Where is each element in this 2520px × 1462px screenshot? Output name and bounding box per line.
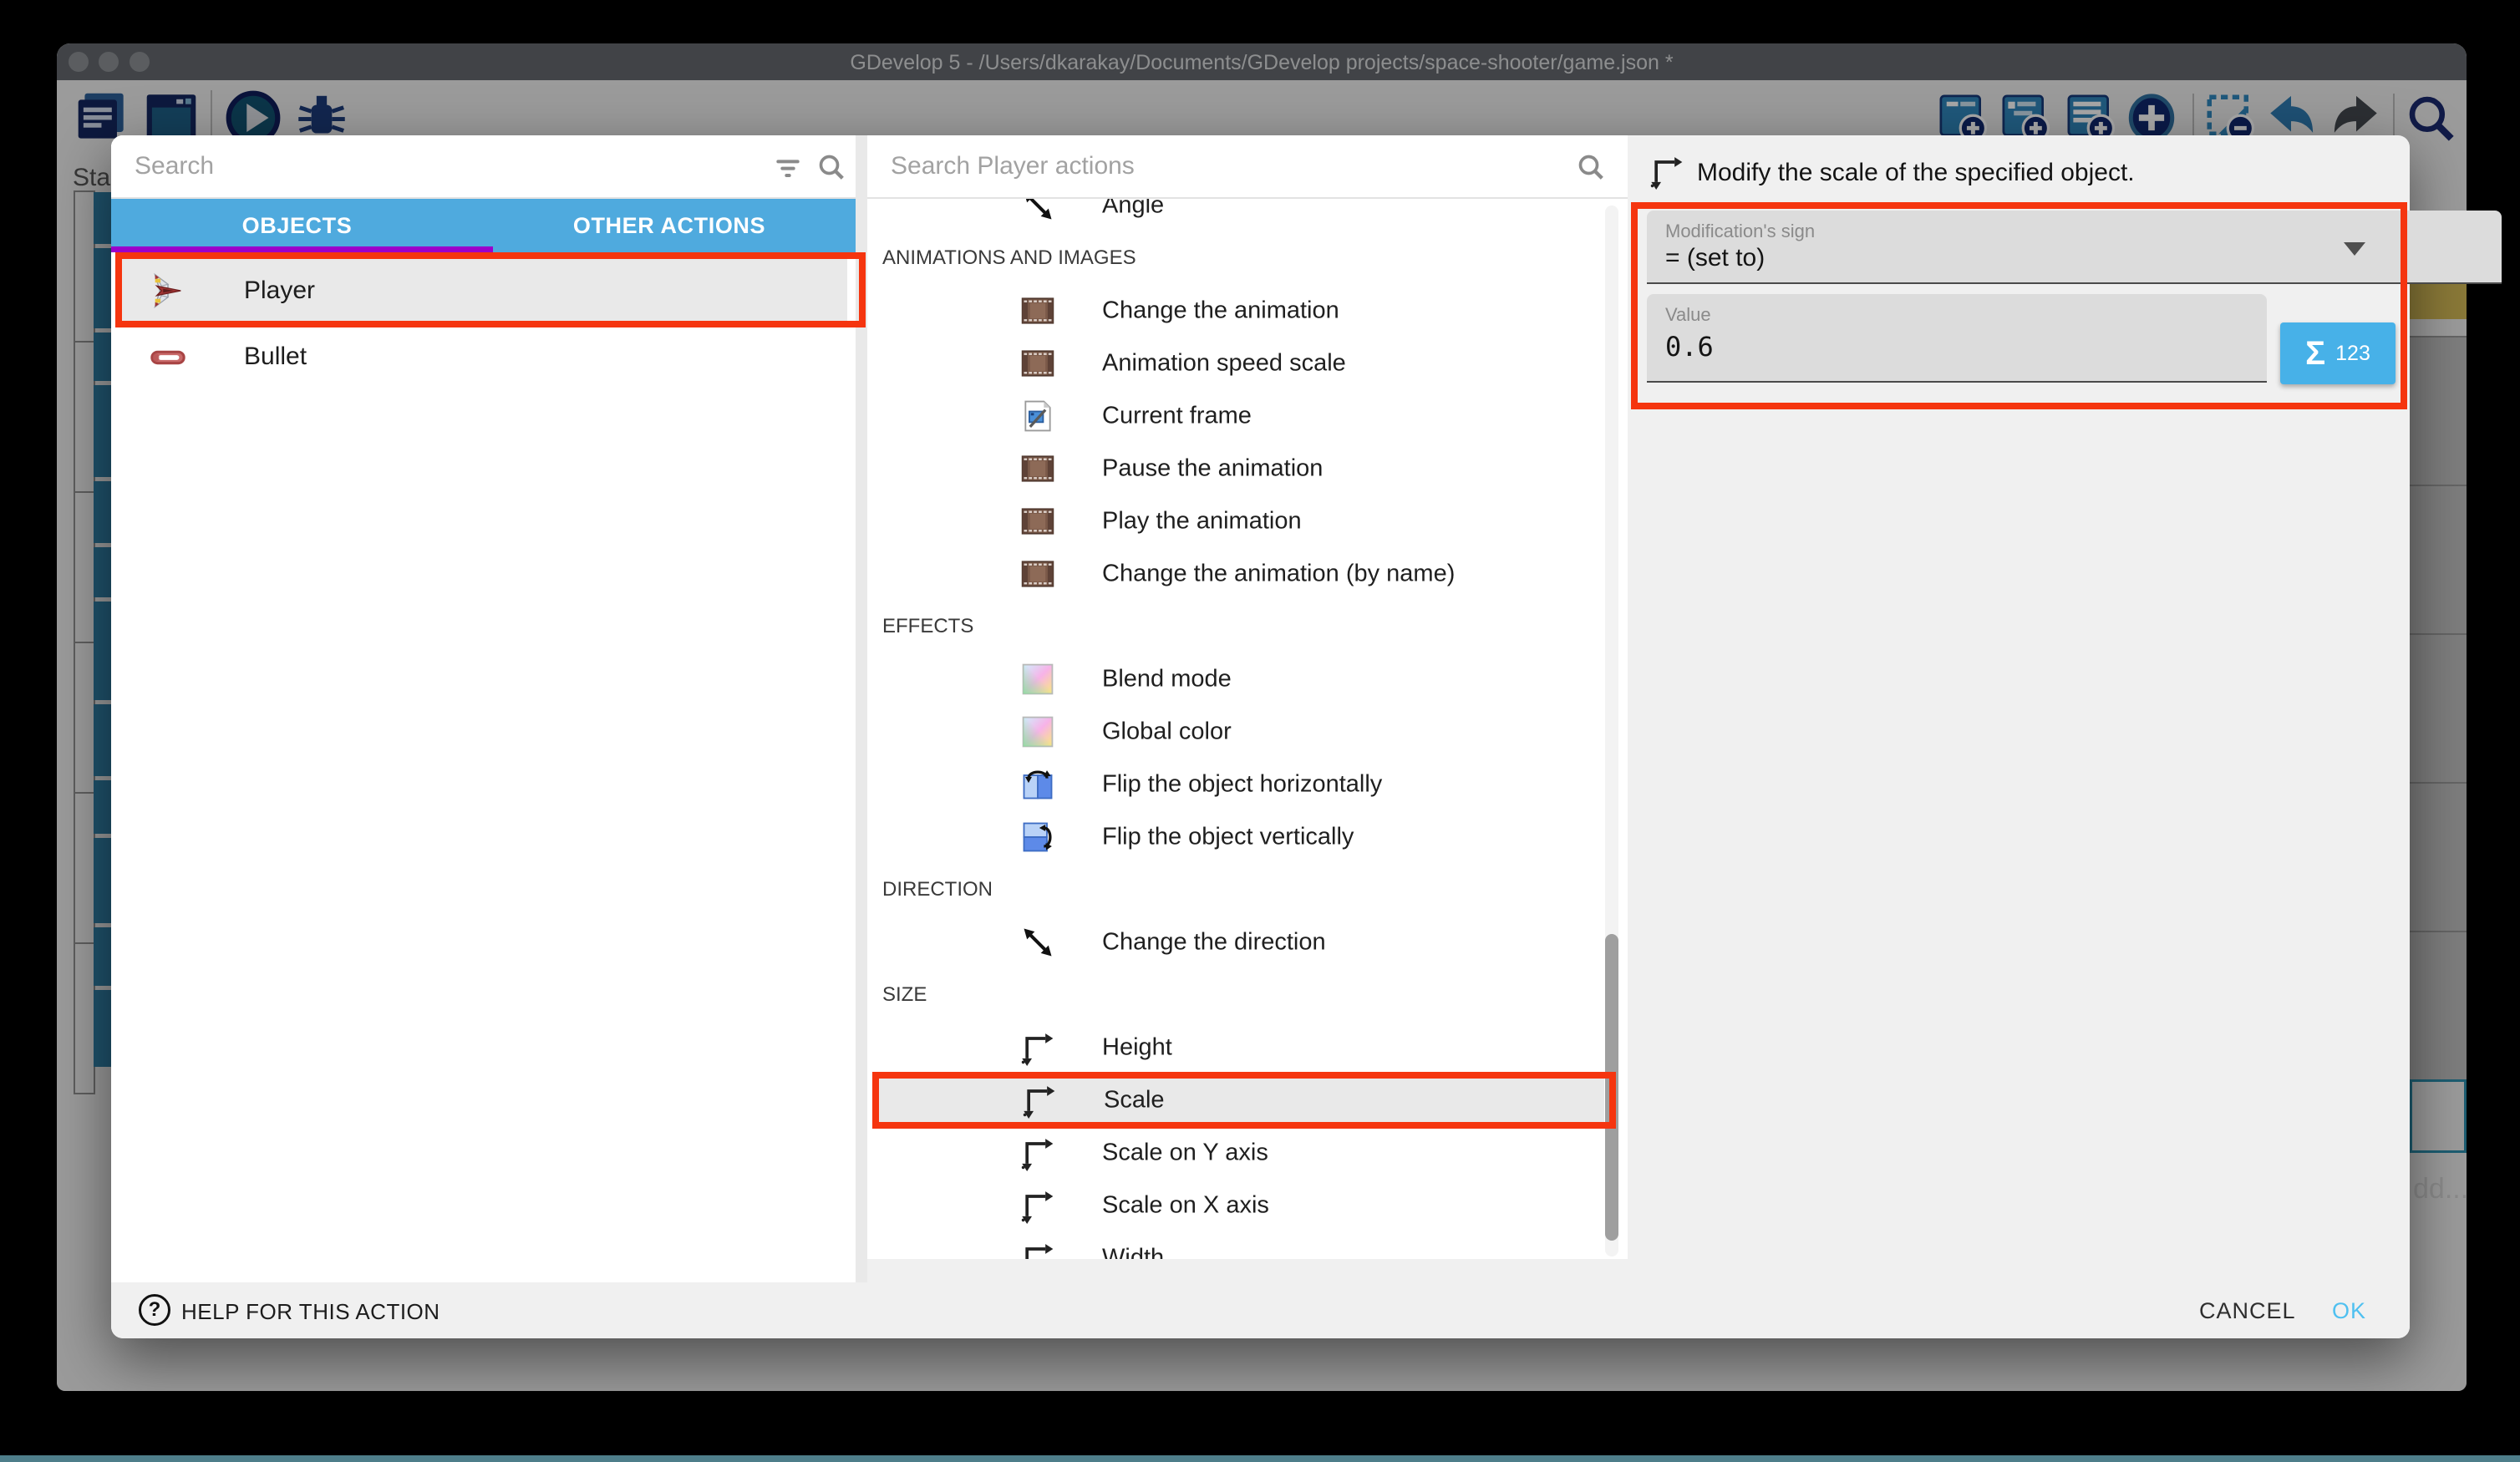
- field-value: = (set to): [1665, 244, 1765, 272]
- action-row-angle[interactable]: Angle: [872, 199, 1608, 230]
- dialog-footer: ? HELP FOR THIS ACTION CANCEL OK: [111, 1282, 2410, 1338]
- action-row-scale[interactable]: Scale: [874, 1076, 1604, 1124]
- rainbow-icon: [1019, 713, 1056, 750]
- tab-other-actions[interactable]: OTHER ACTIONS: [483, 199, 856, 252]
- actions-search-input[interactable]: [889, 147, 1527, 185]
- help-icon[interactable]: ?: [139, 1294, 170, 1326]
- scale-icon: [1649, 153, 1685, 190]
- actions-search-row: [867, 135, 1628, 199]
- scale-icon: [1019, 1029, 1056, 1066]
- action-row-change-the-direction[interactable]: Change the direction: [872, 918, 1608, 967]
- action-row-blend-mode[interactable]: Blend mode: [872, 655, 1608, 703]
- objects-panel: OBJECTS OTHER ACTIONS Player Bullet: [111, 135, 856, 1282]
- scale-icon: [1021, 1082, 1058, 1119]
- filter-icon[interactable]: [771, 150, 805, 184]
- active-tab-underline: [111, 246, 493, 252]
- filmstrip-icon: [1019, 345, 1056, 382]
- filmstrip-icon: [1019, 556, 1056, 592]
- section-header: EFFECTS: [882, 615, 973, 638]
- action-row-width[interactable]: Width: [872, 1234, 1608, 1259]
- angle-icon: [1019, 199, 1056, 224]
- action-label: Flip the object horizontally: [1102, 771, 1382, 799]
- action-label: Animation speed scale: [1102, 350, 1346, 378]
- scale-icon: [1019, 1240, 1056, 1259]
- actions-list: Angle ANIMATIONS AND IMAGES Change the ani…: [867, 199, 1628, 1259]
- flip-vertical-icon: [1019, 819, 1056, 855]
- field-value: 0.6: [1665, 331, 1714, 363]
- actions-panel: Angle ANIMATIONS AND IMAGES Change the ani…: [867, 135, 1628, 1259]
- screenshot-stage: GDevelop 5 - /Users/dkarakay/Documents/G…: [0, 0, 2520, 1462]
- scale-icon: [1019, 1187, 1056, 1224]
- objects-search-row: [111, 135, 856, 199]
- section-header: ANIMATIONS AND IMAGES: [882, 246, 1136, 270]
- action-editor-dialog: OBJECTS OTHER ACTIONS Player Bullet Angle…: [111, 135, 2410, 1338]
- help-button[interactable]: HELP FOR THIS ACTION: [181, 1299, 440, 1325]
- action-row-animation-speed-scale[interactable]: Animation speed scale: [872, 339, 1608, 388]
- action-label: Pause the animation: [1102, 455, 1323, 483]
- sigma-icon: Σ: [2305, 337, 2325, 370]
- section-header: SIZE: [882, 983, 927, 1007]
- action-row-change-the-animation[interactable]: Change the animation: [872, 287, 1608, 335]
- player-ship-icon: [149, 272, 187, 310]
- ok-button[interactable]: OK: [2314, 1293, 2385, 1328]
- action-label: Scale: [1104, 1087, 1165, 1114]
- cancel-button[interactable]: CANCEL: [2181, 1293, 2314, 1328]
- action-row-scale-on-y-axis[interactable]: Scale on Y axis: [872, 1129, 1608, 1177]
- action-label: Angle: [1102, 199, 1164, 220]
- section-header: DIRECTION: [882, 878, 993, 901]
- action-description: Modify the scale of the specified object…: [1697, 159, 2135, 187]
- action-row-current-frame[interactable]: Current frame: [872, 392, 1608, 440]
- action-row-play-the-animation[interactable]: Play the animation: [872, 497, 1608, 546]
- action-row-global-color[interactable]: Global color: [872, 708, 1608, 756]
- action-label: Change the animation (by name): [1102, 561, 1455, 588]
- action-label: Height: [1102, 1034, 1172, 1062]
- current-frame-icon: [1019, 398, 1056, 434]
- object-row-player[interactable]: Player: [118, 257, 847, 324]
- search-icon[interactable]: [1574, 150, 1608, 184]
- value-input[interactable]: Value 0.6: [1647, 294, 2267, 383]
- action-row-flip-the-object-horizontally[interactable]: Flip the object horizontally: [872, 760, 1608, 809]
- field-label: Value: [1665, 304, 1711, 326]
- expression-editor-button[interactable]: Σ 123: [2280, 322, 2396, 384]
- action-row-height[interactable]: Height: [872, 1023, 1608, 1072]
- chevron-down-icon[interactable]: [2344, 242, 2365, 256]
- action-label: Width: [1102, 1245, 1164, 1260]
- flip-horizontal-icon: [1019, 766, 1056, 803]
- objects-tabbar: OBJECTS OTHER ACTIONS: [111, 199, 856, 252]
- action-row-change-the-animation-by-name[interactable]: Change the animation (by name): [872, 550, 1608, 598]
- action-label: Blend mode: [1102, 666, 1232, 693]
- action-label: Play the animation: [1102, 508, 1302, 536]
- action-label: Flip the object vertically: [1102, 824, 1354, 851]
- action-label: Scale on X axis: [1102, 1192, 1269, 1220]
- scale-icon: [1019, 1135, 1056, 1171]
- filmstrip-icon: [1019, 450, 1056, 487]
- panel-divider: [856, 135, 867, 1282]
- tab-objects[interactable]: OBJECTS: [111, 199, 483, 252]
- filmstrip-icon: [1019, 292, 1056, 329]
- filmstrip-icon: [1019, 503, 1056, 540]
- object-label: Player: [244, 277, 315, 305]
- action-row-scale-on-x-axis[interactable]: Scale on X axis: [872, 1181, 1608, 1230]
- action-label: Scale on Y axis: [1102, 1140, 1268, 1167]
- object-label: Bullet: [244, 343, 307, 371]
- action-label: Change the animation: [1102, 297, 1339, 325]
- action-row-pause-the-animation[interactable]: Pause the animation: [872, 444, 1608, 493]
- scrollbar-thumb[interactable]: [1605, 934, 1618, 1241]
- modification-sign-select[interactable]: Modification's sign = (set to): [1647, 211, 2502, 284]
- object-row-bullet[interactable]: Bullet: [118, 329, 847, 384]
- objects-search-input[interactable]: [133, 147, 754, 185]
- action-label: Global color: [1102, 718, 1232, 746]
- field-label: Modification's sign: [1665, 221, 1815, 242]
- action-row-flip-the-object-vertically[interactable]: Flip the object vertically: [872, 813, 1608, 861]
- angle-icon: [1019, 924, 1056, 961]
- bullet-icon: [149, 338, 187, 376]
- desktop-strip: [0, 1455, 2520, 1462]
- action-label: Current frame: [1102, 403, 1252, 430]
- action-label: Change the direction: [1102, 929, 1326, 957]
- rainbow-icon: [1019, 661, 1056, 698]
- search-icon[interactable]: [815, 150, 848, 184]
